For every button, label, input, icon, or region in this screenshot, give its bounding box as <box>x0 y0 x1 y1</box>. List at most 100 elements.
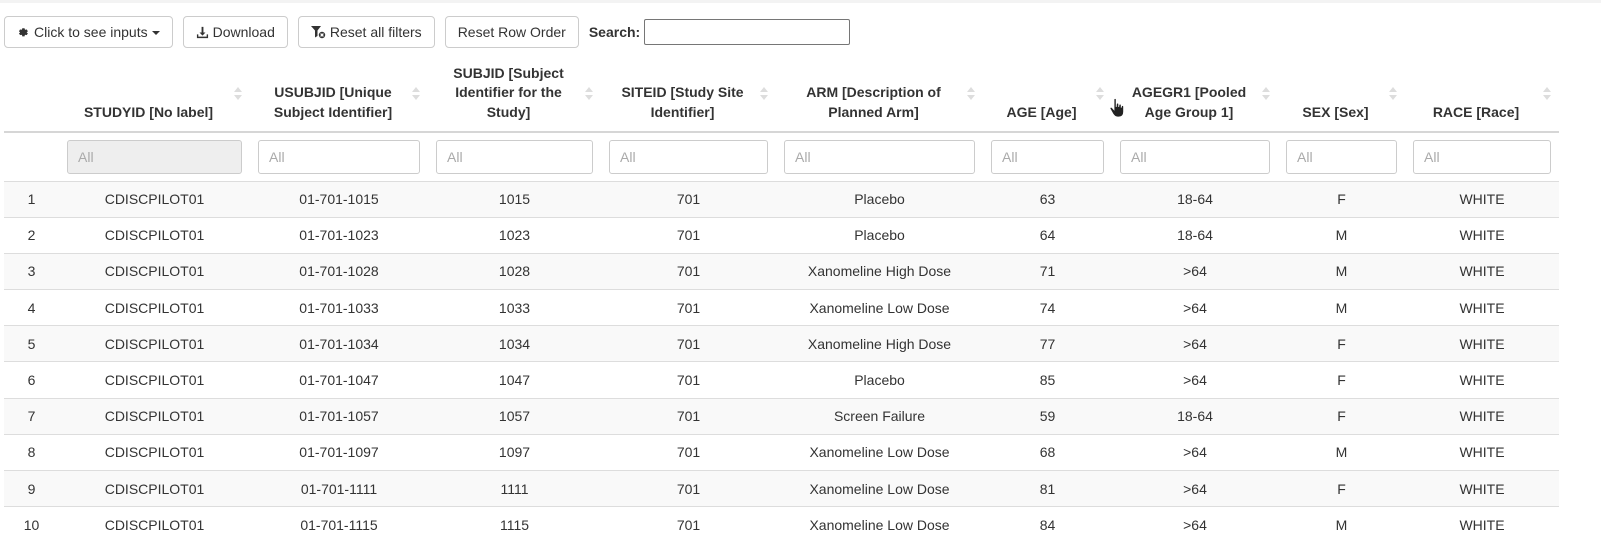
filter-row <box>4 132 1559 181</box>
column-header[interactable]: AGEGR1 [Pooled Age Group 1] <box>1112 56 1278 133</box>
column-filter-input[interactable] <box>1286 139 1397 174</box>
table-cell: 1057 <box>428 397 601 435</box>
table-cell: WHITE <box>1405 180 1559 218</box>
column-header[interactable]: USUBJID [Unique Subject Identifier] <box>250 56 428 133</box>
table-cell: CDISCPILOT01 <box>59 325 250 362</box>
column-header[interactable]: RACE [Race] <box>1405 56 1559 133</box>
table-cell: M <box>1278 289 1405 326</box>
table-row[interactable]: 1 CDISCPILOT01 01-701-1015 1015 701 Placebo 63… <box>4 180 1559 218</box>
sort-arrows-icon <box>1543 87 1551 101</box>
table-cell: 701 <box>601 252 776 290</box>
table-cell: M <box>1278 506 1405 543</box>
filter-cell <box>1112 132 1278 181</box>
column-header-label: RACE [Race] <box>1432 103 1520 120</box>
table-row[interactable]: 8 CDISCPILOT01 01-701-1097 1097 701 Xanomelin… <box>4 433 1559 471</box>
table-cell: 63 <box>983 180 1112 218</box>
filter-cell <box>983 132 1112 181</box>
filter-cell <box>4 132 59 181</box>
filter-cell <box>250 132 428 181</box>
column-filter-input[interactable] <box>258 139 420 174</box>
table-cell: 701 <box>601 216 776 254</box>
reset-filters-button[interactable]: Reset all filters <box>297 16 435 48</box>
table-cell: 84 <box>983 506 1112 543</box>
sort-arrows-icon <box>967 87 975 101</box>
column-filter-input[interactable] <box>1120 139 1270 174</box>
column-header-label: ARM [Description of Planned Arm] <box>806 84 941 120</box>
filter-cell <box>59 132 250 181</box>
column-header[interactable]: SEX [Sex] <box>1278 56 1405 133</box>
column-filter-input[interactable] <box>609 139 768 174</box>
inputs-dropdown-button[interactable]: Click to see inputs <box>4 16 173 48</box>
row-index-cell: 4 <box>4 289 59 326</box>
table-cell: CDISCPILOT01 <box>59 252 250 290</box>
column-filter-input[interactable] <box>1413 139 1551 174</box>
top-border <box>0 0 1601 3</box>
table-cell: Screen Failure <box>776 397 983 435</box>
row-index-cell: 10 <box>4 506 59 543</box>
table-cell: 71 <box>983 252 1112 290</box>
table-row[interactable]: 2 CDISCPILOT01 01-701-1023 1023 701 Placebo 64… <box>4 216 1559 254</box>
column-filter-input[interactable] <box>784 139 975 174</box>
download-button[interactable]: Download <box>182 16 288 48</box>
table-cell: 18-64 <box>1112 216 1278 254</box>
column-header[interactable]: ARM [Description of Planned Arm] <box>776 56 983 133</box>
column-header[interactable]: STUDYID [No label] <box>59 56 250 133</box>
table-row[interactable]: 6 CDISCPILOT01 01-701-1047 1047 701 Placebo 85… <box>4 361 1559 399</box>
filter-cell <box>1278 132 1405 181</box>
table-cell: 1015 <box>428 180 601 218</box>
table-cell: Xanomeline Low Dose <box>776 433 983 471</box>
table-cell: WHITE <box>1405 361 1559 399</box>
table-cell: WHITE <box>1405 397 1559 435</box>
table-cell: Xanomeline High Dose <box>776 325 983 362</box>
table-cell: WHITE <box>1405 216 1559 254</box>
table-cell: 59 <box>983 397 1112 435</box>
table-cell: 68 <box>983 433 1112 471</box>
filter-clear-icon <box>310 26 326 39</box>
table-cell: 18-64 <box>1112 180 1278 218</box>
table-cell: M <box>1278 252 1405 290</box>
table-cell: Xanomeline Low Dose <box>776 289 983 326</box>
table-row[interactable]: 4 CDISCPILOT01 01-701-1033 1033 701 Xanomelin… <box>4 289 1559 326</box>
column-filter-input[interactable] <box>991 139 1104 174</box>
table-row[interactable]: 9 CDISCPILOT01 01-701-1111 1111 701 Xanomelin… <box>4 469 1559 507</box>
column-header[interactable]: SUBJID [Subject Identifier for the Study… <box>428 56 601 133</box>
table-cell: 701 <box>601 289 776 326</box>
table-cell: Placebo <box>776 216 983 254</box>
table-cell: 77 <box>983 325 1112 362</box>
search-label: Search: <box>588 24 641 40</box>
sort-arrows-icon <box>1389 87 1397 101</box>
table-cell: 01-701-1015 <box>250 180 428 218</box>
table-cell: F <box>1278 361 1405 399</box>
column-header-index <box>4 56 59 133</box>
table-cell: 701 <box>601 361 776 399</box>
row-index-cell: 8 <box>4 433 59 471</box>
table-cell: CDISCPILOT01 <box>59 216 250 254</box>
table-cell: >64 <box>1112 433 1278 471</box>
table-cell: 701 <box>601 397 776 435</box>
search-input[interactable] <box>644 19 851 45</box>
table-cell: CDISCPILOT01 <box>59 397 250 435</box>
table-cell: 01-701-1097 <box>250 433 428 471</box>
table-row[interactable]: 7 CDISCPILOT01 01-701-1057 1057 701 Screen Fa… <box>4 397 1559 435</box>
table-cell: CDISCPILOT01 <box>59 361 250 399</box>
sort-arrows-icon <box>234 87 242 101</box>
table-cell: 1033 <box>428 289 601 326</box>
table-cell: 1111 <box>428 469 601 507</box>
filter-cell <box>1405 132 1559 181</box>
table-row[interactable]: 5 CDISCPILOT01 01-701-1034 1034 701 Xanomelin… <box>4 325 1559 362</box>
table-cell: 1115 <box>428 506 601 543</box>
table-row[interactable]: 10 CDISCPILOT01 01-701-1115 1115 701 Xanomeli… <box>4 506 1559 543</box>
table-cell: Xanomeline Low Dose <box>776 469 983 507</box>
column-filter-input[interactable] <box>67 139 242 174</box>
table-cell: >64 <box>1112 469 1278 507</box>
reset-row-order-button[interactable]: Reset Row Order <box>444 16 579 48</box>
column-header[interactable]: AGE [Age] <box>983 56 1112 133</box>
table-cell: 01-701-1034 <box>250 325 428 362</box>
table-cell: 64 <box>983 216 1112 254</box>
column-header[interactable]: SITEID [Study Site Identifier] <box>601 56 776 133</box>
table-row[interactable]: 3 CDISCPILOT01 01-701-1028 1028 701 Xanomelin… <box>4 252 1559 290</box>
table-cell: 01-701-1033 <box>250 289 428 326</box>
table-cell: WHITE <box>1405 469 1559 507</box>
table-cell: 701 <box>601 506 776 543</box>
column-filter-input[interactable] <box>436 139 593 174</box>
